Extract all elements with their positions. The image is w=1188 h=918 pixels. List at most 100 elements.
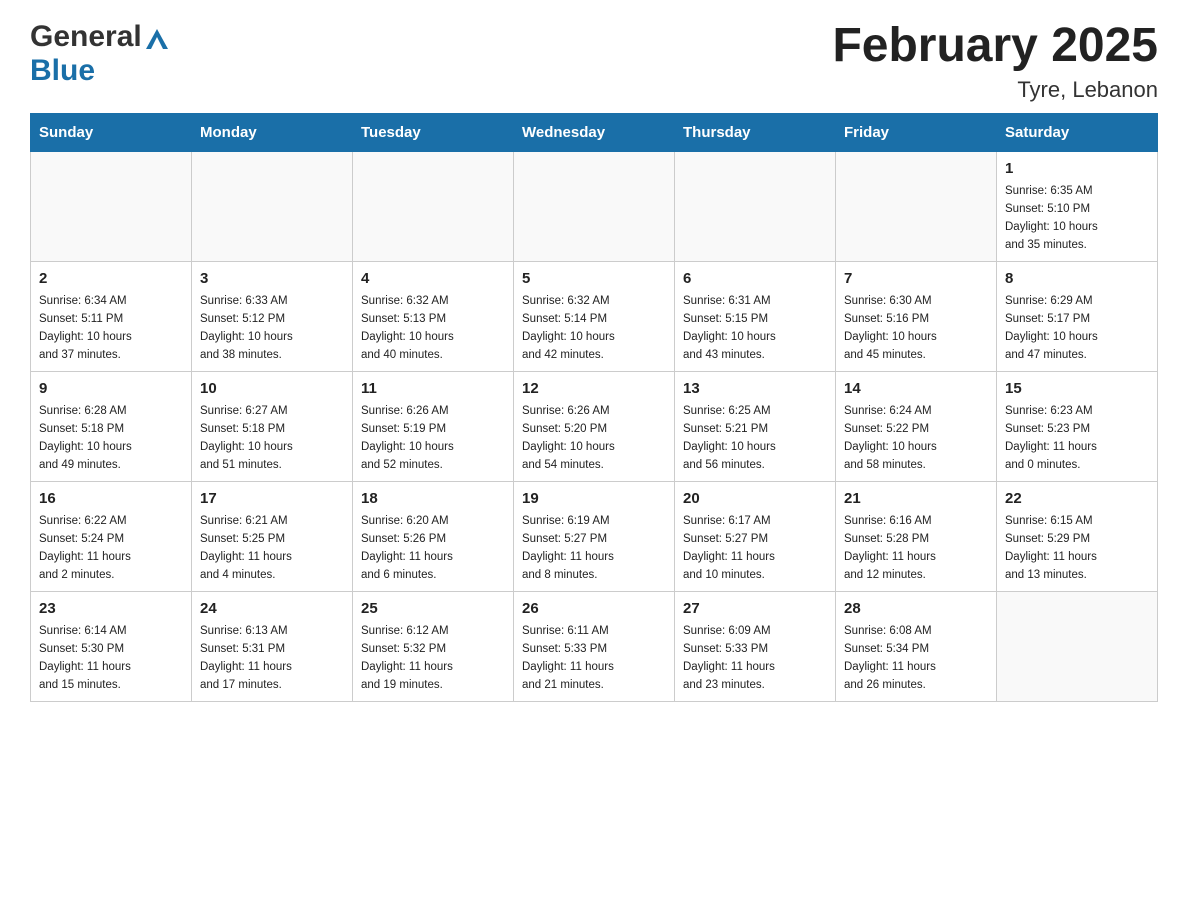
day-number: 16 bbox=[39, 488, 183, 511]
calendar-cell: 18Sunrise: 6:20 AM Sunset: 5:26 PM Dayli… bbox=[353, 481, 514, 591]
logo-triangle-icon bbox=[146, 29, 168, 54]
day-info: Sunrise: 6:21 AM Sunset: 5:25 PM Dayligh… bbox=[200, 513, 344, 584]
day-info: Sunrise: 6:17 AM Sunset: 5:27 PM Dayligh… bbox=[683, 513, 827, 584]
day-number: 21 bbox=[844, 488, 988, 511]
calendar-cell: 17Sunrise: 6:21 AM Sunset: 5:25 PM Dayli… bbox=[192, 481, 353, 591]
page-title: February 2025 bbox=[832, 20, 1158, 73]
weekday-header-friday: Friday bbox=[836, 113, 997, 151]
day-info: Sunrise: 6:09 AM Sunset: 5:33 PM Dayligh… bbox=[683, 623, 827, 694]
day-info: Sunrise: 6:35 AM Sunset: 5:10 PM Dayligh… bbox=[1005, 183, 1149, 254]
day-info: Sunrise: 6:26 AM Sunset: 5:20 PM Dayligh… bbox=[522, 403, 666, 474]
calendar-cell: 20Sunrise: 6:17 AM Sunset: 5:27 PM Dayli… bbox=[675, 481, 836, 591]
calendar-cell: 6Sunrise: 6:31 AM Sunset: 5:15 PM Daylig… bbox=[675, 261, 836, 371]
weekday-header-wednesday: Wednesday bbox=[514, 113, 675, 151]
calendar-cell: 21Sunrise: 6:16 AM Sunset: 5:28 PM Dayli… bbox=[836, 481, 997, 591]
day-info: Sunrise: 6:25 AM Sunset: 5:21 PM Dayligh… bbox=[683, 403, 827, 474]
calendar-cell: 12Sunrise: 6:26 AM Sunset: 5:20 PM Dayli… bbox=[514, 371, 675, 481]
day-number: 3 bbox=[200, 268, 344, 291]
day-info: Sunrise: 6:32 AM Sunset: 5:13 PM Dayligh… bbox=[361, 293, 505, 364]
calendar-week-row: 1Sunrise: 6:35 AM Sunset: 5:10 PM Daylig… bbox=[31, 151, 1158, 261]
day-number: 15 bbox=[1005, 378, 1149, 401]
day-info: Sunrise: 6:13 AM Sunset: 5:31 PM Dayligh… bbox=[200, 623, 344, 694]
calendar-cell: 8Sunrise: 6:29 AM Sunset: 5:17 PM Daylig… bbox=[997, 261, 1158, 371]
page-header: General Blue February 2025 Tyre, Lebanon bbox=[30, 20, 1158, 103]
logo-line1: General bbox=[30, 20, 168, 54]
logo: General Blue bbox=[30, 20, 168, 88]
calendar-header-row: SundayMondayTuesdayWednesdayThursdayFrid… bbox=[31, 113, 1158, 151]
day-info: Sunrise: 6:11 AM Sunset: 5:33 PM Dayligh… bbox=[522, 623, 666, 694]
day-number: 18 bbox=[361, 488, 505, 511]
day-number: 24 bbox=[200, 598, 344, 621]
calendar-week-row: 9Sunrise: 6:28 AM Sunset: 5:18 PM Daylig… bbox=[31, 371, 1158, 481]
day-info: Sunrise: 6:08 AM Sunset: 5:34 PM Dayligh… bbox=[844, 623, 988, 694]
day-info: Sunrise: 6:32 AM Sunset: 5:14 PM Dayligh… bbox=[522, 293, 666, 364]
calendar-cell: 5Sunrise: 6:32 AM Sunset: 5:14 PM Daylig… bbox=[514, 261, 675, 371]
calendar-week-row: 16Sunrise: 6:22 AM Sunset: 5:24 PM Dayli… bbox=[31, 481, 1158, 591]
calendar-cell bbox=[997, 591, 1158, 701]
day-info: Sunrise: 6:34 AM Sunset: 5:11 PM Dayligh… bbox=[39, 293, 183, 364]
calendar-cell: 23Sunrise: 6:14 AM Sunset: 5:30 PM Dayli… bbox=[31, 591, 192, 701]
calendar-cell: 2Sunrise: 6:34 AM Sunset: 5:11 PM Daylig… bbox=[31, 261, 192, 371]
day-number: 13 bbox=[683, 378, 827, 401]
calendar-week-row: 23Sunrise: 6:14 AM Sunset: 5:30 PM Dayli… bbox=[31, 591, 1158, 701]
weekday-header-tuesday: Tuesday bbox=[353, 113, 514, 151]
day-number: 1 bbox=[1005, 158, 1149, 181]
day-number: 14 bbox=[844, 378, 988, 401]
day-info: Sunrise: 6:14 AM Sunset: 5:30 PM Dayligh… bbox=[39, 623, 183, 694]
calendar-cell: 25Sunrise: 6:12 AM Sunset: 5:32 PM Dayli… bbox=[353, 591, 514, 701]
day-number: 6 bbox=[683, 268, 827, 291]
day-number: 4 bbox=[361, 268, 505, 291]
day-number: 25 bbox=[361, 598, 505, 621]
calendar-cell: 14Sunrise: 6:24 AM Sunset: 5:22 PM Dayli… bbox=[836, 371, 997, 481]
calendar-week-row: 2Sunrise: 6:34 AM Sunset: 5:11 PM Daylig… bbox=[31, 261, 1158, 371]
weekday-header-sunday: Sunday bbox=[31, 113, 192, 151]
calendar-cell: 1Sunrise: 6:35 AM Sunset: 5:10 PM Daylig… bbox=[997, 151, 1158, 261]
day-info: Sunrise: 6:26 AM Sunset: 5:19 PM Dayligh… bbox=[361, 403, 505, 474]
day-info: Sunrise: 6:16 AM Sunset: 5:28 PM Dayligh… bbox=[844, 513, 988, 584]
day-number: 8 bbox=[1005, 268, 1149, 291]
day-info: Sunrise: 6:30 AM Sunset: 5:16 PM Dayligh… bbox=[844, 293, 988, 364]
day-info: Sunrise: 6:28 AM Sunset: 5:18 PM Dayligh… bbox=[39, 403, 183, 474]
calendar-cell: 24Sunrise: 6:13 AM Sunset: 5:31 PM Dayli… bbox=[192, 591, 353, 701]
day-info: Sunrise: 6:24 AM Sunset: 5:22 PM Dayligh… bbox=[844, 403, 988, 474]
weekday-header-saturday: Saturday bbox=[997, 113, 1158, 151]
day-number: 26 bbox=[522, 598, 666, 621]
day-number: 2 bbox=[39, 268, 183, 291]
calendar-cell: 26Sunrise: 6:11 AM Sunset: 5:33 PM Dayli… bbox=[514, 591, 675, 701]
day-number: 10 bbox=[200, 378, 344, 401]
title-section: February 2025 Tyre, Lebanon bbox=[832, 20, 1158, 103]
calendar-table: SundayMondayTuesdayWednesdayThursdayFrid… bbox=[30, 113, 1158, 702]
day-info: Sunrise: 6:15 AM Sunset: 5:29 PM Dayligh… bbox=[1005, 513, 1149, 584]
day-number: 28 bbox=[844, 598, 988, 621]
day-info: Sunrise: 6:20 AM Sunset: 5:26 PM Dayligh… bbox=[361, 513, 505, 584]
day-info: Sunrise: 6:22 AM Sunset: 5:24 PM Dayligh… bbox=[39, 513, 183, 584]
calendar-cell: 9Sunrise: 6:28 AM Sunset: 5:18 PM Daylig… bbox=[31, 371, 192, 481]
logo-general: General bbox=[30, 20, 142, 54]
day-number: 22 bbox=[1005, 488, 1149, 511]
day-number: 20 bbox=[683, 488, 827, 511]
logo-blue: Blue bbox=[30, 54, 95, 88]
day-info: Sunrise: 6:31 AM Sunset: 5:15 PM Dayligh… bbox=[683, 293, 827, 364]
calendar-cell: 27Sunrise: 6:09 AM Sunset: 5:33 PM Dayli… bbox=[675, 591, 836, 701]
day-info: Sunrise: 6:23 AM Sunset: 5:23 PM Dayligh… bbox=[1005, 403, 1149, 474]
calendar-cell: 19Sunrise: 6:19 AM Sunset: 5:27 PM Dayli… bbox=[514, 481, 675, 591]
weekday-header-thursday: Thursday bbox=[675, 113, 836, 151]
day-number: 7 bbox=[844, 268, 988, 291]
calendar-cell bbox=[675, 151, 836, 261]
day-info: Sunrise: 6:33 AM Sunset: 5:12 PM Dayligh… bbox=[200, 293, 344, 364]
day-number: 5 bbox=[522, 268, 666, 291]
day-number: 27 bbox=[683, 598, 827, 621]
day-info: Sunrise: 6:12 AM Sunset: 5:32 PM Dayligh… bbox=[361, 623, 505, 694]
day-number: 11 bbox=[361, 378, 505, 401]
page-subtitle: Tyre, Lebanon bbox=[832, 77, 1158, 103]
calendar-cell bbox=[192, 151, 353, 261]
calendar-cell: 3Sunrise: 6:33 AM Sunset: 5:12 PM Daylig… bbox=[192, 261, 353, 371]
day-info: Sunrise: 6:29 AM Sunset: 5:17 PM Dayligh… bbox=[1005, 293, 1149, 364]
calendar-cell bbox=[514, 151, 675, 261]
calendar-cell: 4Sunrise: 6:32 AM Sunset: 5:13 PM Daylig… bbox=[353, 261, 514, 371]
day-number: 17 bbox=[200, 488, 344, 511]
calendar-cell: 16Sunrise: 6:22 AM Sunset: 5:24 PM Dayli… bbox=[31, 481, 192, 591]
day-number: 19 bbox=[522, 488, 666, 511]
calendar-cell: 11Sunrise: 6:26 AM Sunset: 5:19 PM Dayli… bbox=[353, 371, 514, 481]
weekday-header-monday: Monday bbox=[192, 113, 353, 151]
